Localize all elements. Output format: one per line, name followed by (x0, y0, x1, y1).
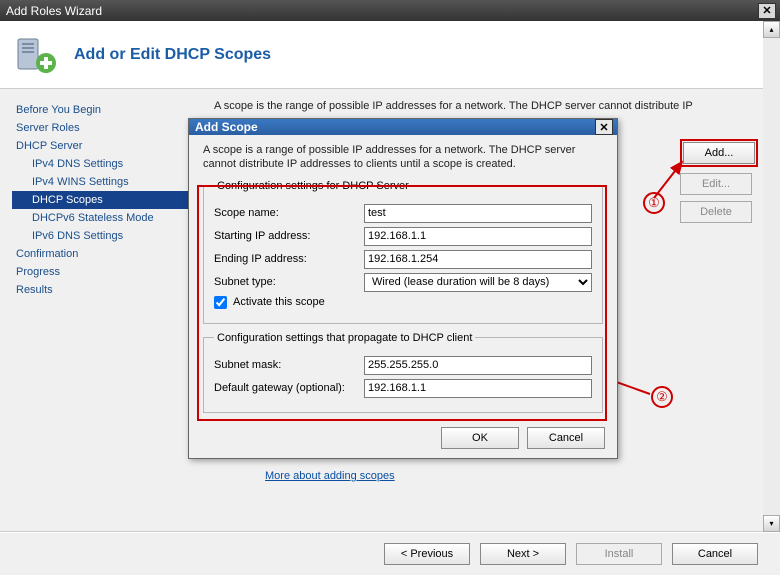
wizard-footer: < Previous Next > Install Cancel (0, 532, 780, 575)
window-title: Add Roles Wizard (6, 4, 758, 18)
sidebar-item-ipv4-dns-settings[interactable]: IPv4 DNS Settings (12, 155, 190, 173)
add-button[interactable]: Add... (683, 142, 755, 164)
scroll-track[interactable] (763, 38, 780, 515)
starting-ip-label: Starting IP address: (214, 230, 364, 242)
more-about-link[interactable]: More about adding scopes (265, 470, 395, 482)
dialog-titlebar: Add Scope ✕ (189, 119, 617, 135)
scope-buttons: Add... Edit... Delete (680, 139, 758, 223)
dialog-footer: OK Cancel (189, 421, 617, 459)
add-scope-dialog: Add Scope ✕ A scope is a range of possib… (188, 118, 618, 459)
subnet-type-select[interactable]: Wired (lease duration will be 8 days) (364, 273, 592, 292)
header: Add or Edit DHCP Scopes (0, 21, 780, 89)
sidebar-item-dhcpv6-stateless-mode[interactable]: DHCPv6 Stateless Mode (12, 209, 190, 227)
activate-scope-label: Activate this scope (233, 296, 325, 308)
gateway-label: Default gateway (optional): (214, 382, 364, 394)
sidebar-item-before-you-begin[interactable]: Before You Begin (12, 101, 190, 119)
close-icon[interactable]: ✕ (758, 3, 776, 19)
subnet-mask-input[interactable] (364, 356, 592, 375)
sidebar-item-ipv4-wins-settings[interactable]: IPv4 WINS Settings (12, 173, 190, 191)
subnet-type-label: Subnet type: (214, 276, 364, 288)
sidebar-item-progress[interactable]: Progress (12, 263, 190, 281)
edit-button: Edit... (680, 173, 752, 195)
ok-button[interactable]: OK (441, 427, 519, 449)
dialog-body: A scope is a range of possible IP addres… (189, 135, 617, 421)
install-button: Install (576, 543, 662, 565)
previous-button[interactable]: < Previous (384, 543, 470, 565)
sidebar-item-results[interactable]: Results (12, 281, 190, 299)
annotation-one-icon: ① (643, 192, 665, 214)
scope-name-label: Scope name: (214, 207, 364, 219)
sidebar: Before You BeginServer RolesDHCP ServerI… (0, 89, 190, 531)
fieldset-server-settings: Configuration settings for DHCP Server S… (203, 180, 603, 324)
dialog-cancel-button[interactable]: Cancel (527, 427, 605, 449)
sidebar-item-dhcp-scopes[interactable]: DHCP Scopes (12, 191, 190, 209)
delete-button: Delete (680, 201, 752, 223)
subnet-mask-label: Subnet mask: (214, 359, 364, 371)
page-title: Add or Edit DHCP Scopes (74, 46, 271, 64)
annotation-highlight-add: Add... (680, 139, 758, 167)
sidebar-item-ipv6-dns-settings[interactable]: IPv6 DNS Settings (12, 227, 190, 245)
dialog-close-icon[interactable]: ✕ (595, 119, 613, 135)
sidebar-item-confirmation[interactable]: Confirmation (12, 245, 190, 263)
scope-name-input[interactable] (364, 204, 592, 223)
scroll-up-icon[interactable]: ▴ (763, 21, 780, 38)
sidebar-item-dhcp-server[interactable]: DHCP Server (12, 137, 190, 155)
fieldset-client-legend: Configuration settings that propagate to… (214, 332, 475, 344)
vertical-scrollbar[interactable]: ▴ ▾ (763, 21, 780, 532)
annotation-two-icon: ② (651, 386, 673, 408)
scroll-down-icon[interactable]: ▾ (763, 515, 780, 532)
fieldset-client-settings: Configuration settings that propagate to… (203, 332, 603, 413)
dialog-intro: A scope is a range of possible IP addres… (203, 143, 603, 172)
starting-ip-input[interactable] (364, 227, 592, 246)
fieldset-server-legend: Configuration settings for DHCP Server (214, 180, 412, 192)
dialog-title: Add Scope (195, 120, 595, 134)
gateway-input[interactable] (364, 379, 592, 398)
cancel-button[interactable]: Cancel (672, 543, 758, 565)
intro-text: A scope is the range of possible IP addr… (214, 99, 694, 114)
server-plus-icon (14, 33, 58, 77)
titlebar: Add Roles Wizard ✕ (0, 0, 780, 21)
next-button[interactable]: Next > (480, 543, 566, 565)
activate-scope-checkbox[interactable] (214, 296, 227, 309)
ending-ip-label: Ending IP address: (214, 253, 364, 265)
sidebar-item-server-roles[interactable]: Server Roles (12, 119, 190, 137)
ending-ip-input[interactable] (364, 250, 592, 269)
